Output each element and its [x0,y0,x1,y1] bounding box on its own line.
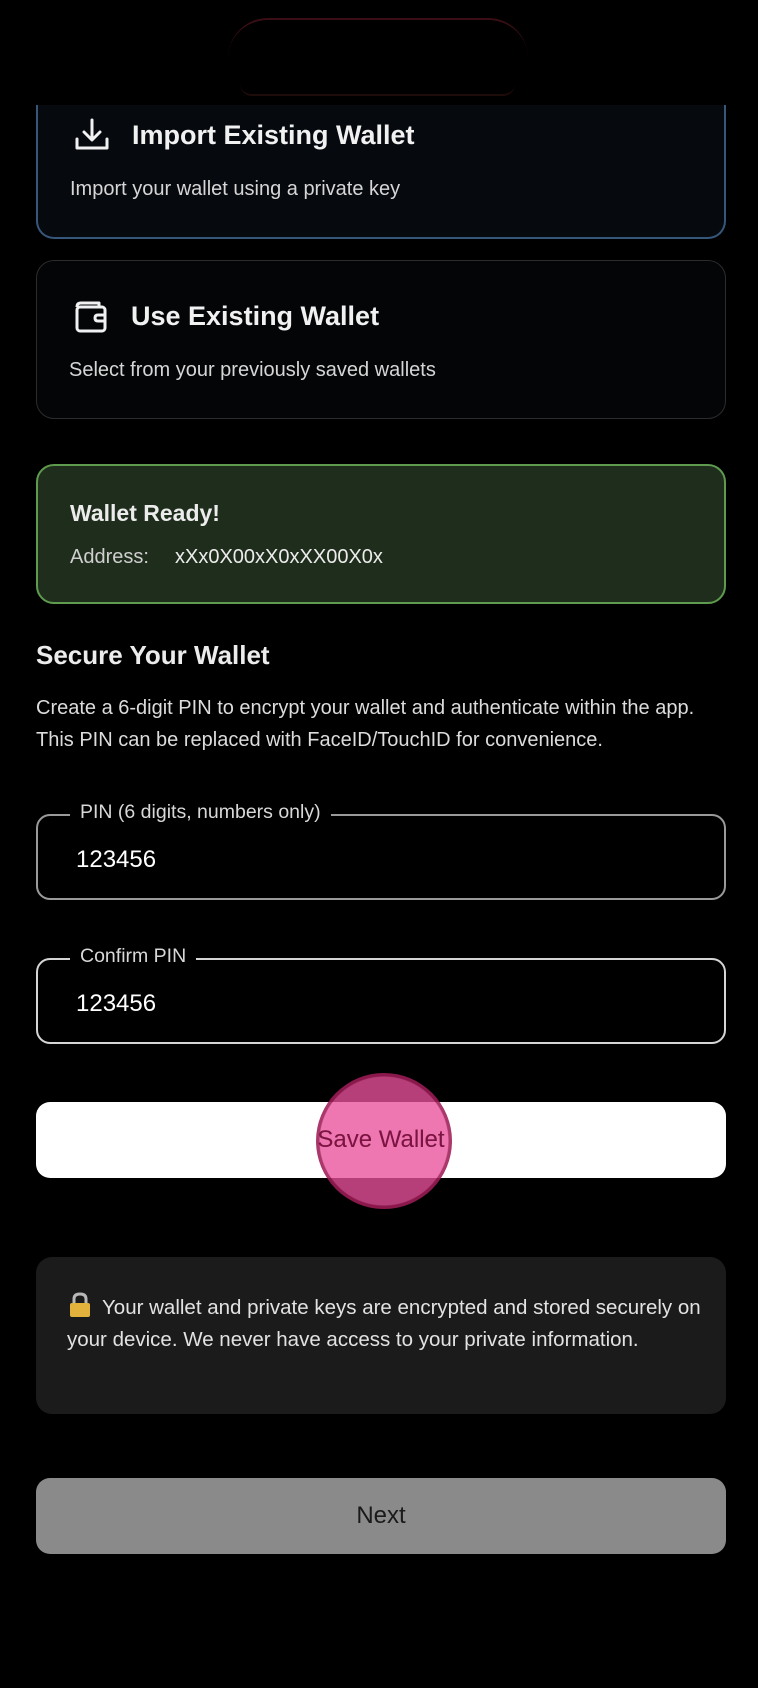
address-label: Address: [70,546,149,568]
camera-notch [228,18,528,58]
confirm-pin-field: Confirm PIN [36,945,726,1044]
wallet-ready-title: Wallet Ready! [70,500,220,526]
notch-edge [240,84,515,96]
next-button-label: Next [356,1502,406,1529]
wallet-setup-screen: Import Existing Wallet Import your walle… [0,0,758,1688]
save-wallet-button[interactable]: Save Wallet [36,1102,726,1178]
secure-wallet-description: Create a 6-digit PIN to encrypt your wal… [36,697,695,751]
security-info-box: Your wallet and private keys are encrypt… [36,1257,726,1414]
import-wallet-title: Import Existing Wallet [132,120,415,150]
next-button[interactable]: Next [36,1478,726,1554]
confirm-pin-field-label: Confirm PIN [70,945,197,968]
address-value: xXx0X00xX0xXX00X0x [175,546,383,568]
pin-input[interactable] [76,844,676,876]
save-wallet-label: Save Wallet [317,1126,445,1153]
status-bar-area [0,0,758,105]
confirm-pin-input[interactable] [76,988,676,1020]
use-existing-wallet-option[interactable]: Use Existing Wallet Select from your pre… [36,260,726,419]
pin-field: PIN (6 digits, numbers only) [36,801,726,900]
secure-wallet-title: Secure Your Wallet [36,640,270,670]
use-existing-wallet-title: Use Existing Wallet [131,301,380,331]
use-existing-wallet-description: Select from your previously saved wallet… [69,359,436,381]
download-icon [75,118,109,150]
wallet-ready-banner: Wallet Ready! Address: xXx0X00xX0xXX00X0… [36,464,726,604]
security-info-text: Your wallet and private keys are encrypt… [67,1296,701,1351]
wallet-icon [75,301,107,333]
import-wallet-option[interactable]: Import Existing Wallet Import your walle… [36,90,726,239]
import-wallet-description: Import your wallet using a private key [70,178,401,200]
pin-field-label: PIN (6 digits, numbers only) [70,801,331,824]
